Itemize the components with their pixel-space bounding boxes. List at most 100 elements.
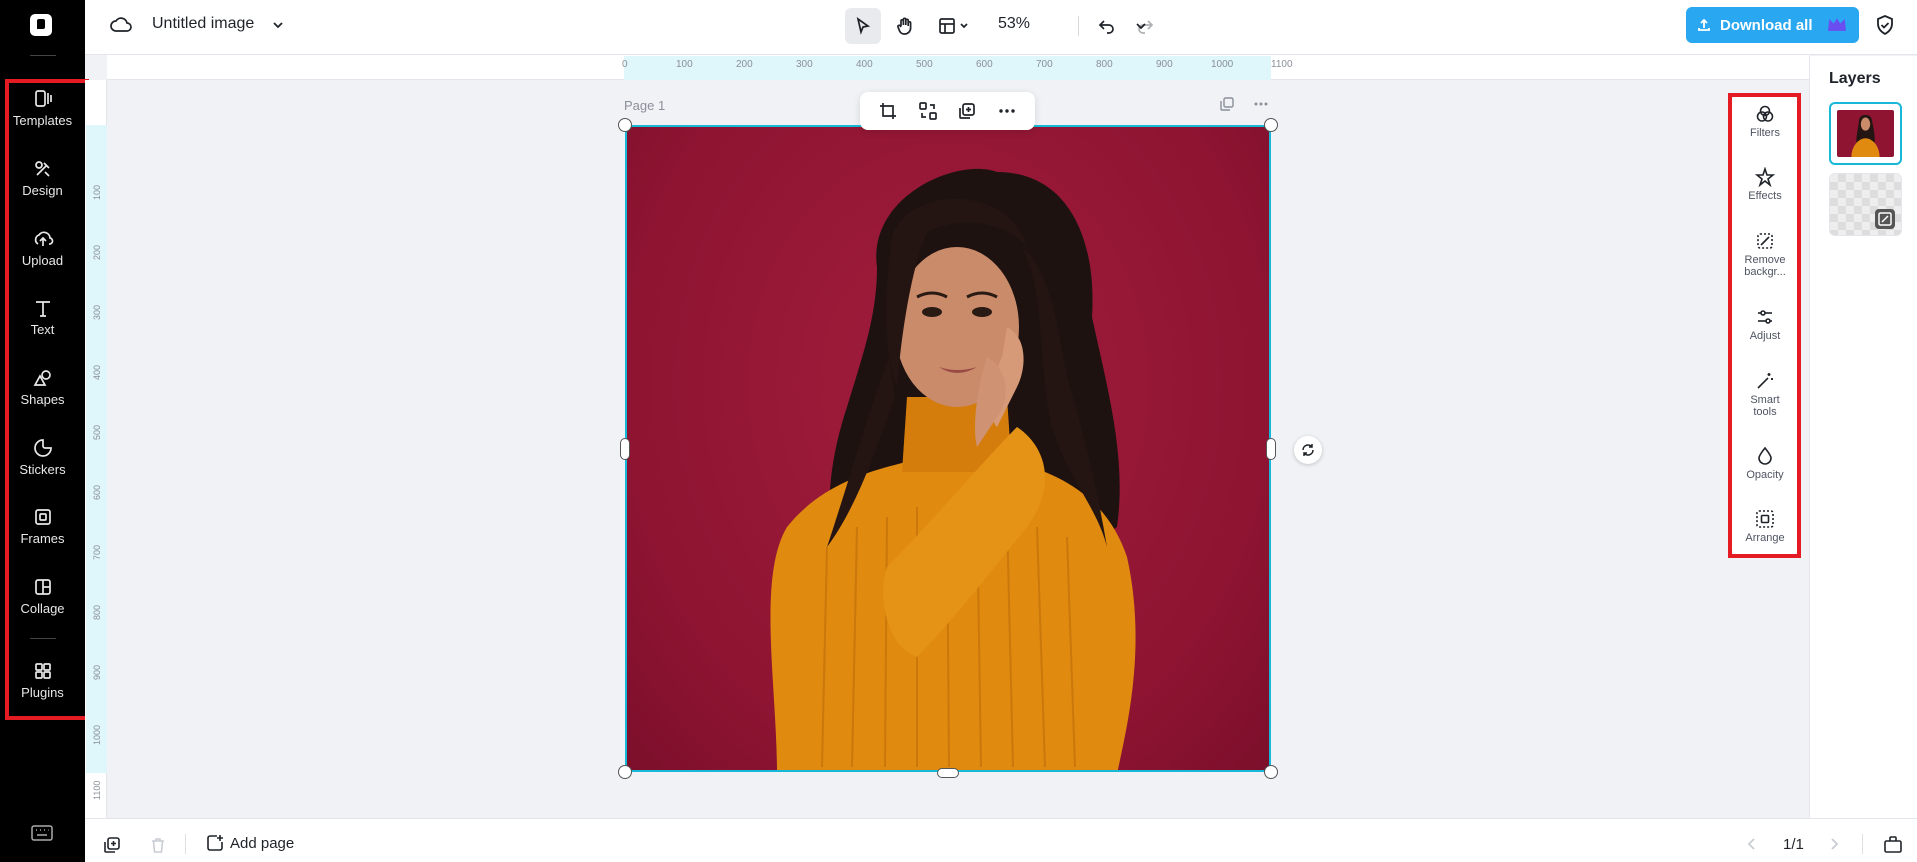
redo-icon	[1138, 20, 1154, 34]
layer-thumbnail	[1837, 110, 1894, 157]
selected-image[interactable]	[625, 125, 1271, 772]
hand-icon	[897, 17, 912, 35]
tool-effects[interactable]: Effects	[1732, 167, 1798, 202]
download-all-button[interactable]: Download all	[1686, 7, 1859, 43]
tool-label: Filters	[1750, 127, 1780, 139]
layer-item-background[interactable]	[1829, 173, 1902, 236]
ruler-tick: 1000	[92, 724, 102, 745]
ruler-tick: 300	[796, 59, 813, 70]
layout-tool-button[interactable]	[931, 8, 981, 44]
chevron-right-icon[interactable]	[1826, 836, 1842, 852]
tool-arrange[interactable]: Arrange	[1732, 509, 1798, 544]
trash-icon[interactable]	[149, 836, 167, 854]
download-label: Download all	[1720, 16, 1813, 34]
crop-icon[interactable]	[878, 101, 898, 121]
add-page-icon	[207, 835, 223, 851]
rotate-icon	[1302, 444, 1314, 456]
ruler-tick: 400	[92, 364, 102, 380]
adjust-icon	[1758, 310, 1772, 324]
ruler-tick: 600	[92, 484, 102, 500]
ruler-tick: 1100	[92, 780, 102, 800]
image-floating-toolbar	[860, 92, 1035, 130]
select-tool-button[interactable]	[845, 8, 881, 44]
more-options-icon[interactable]	[997, 101, 1017, 121]
resize-handle-top-right[interactable]	[1264, 118, 1278, 132]
ruler-tick: 500	[916, 59, 933, 70]
page-label: Page 1	[624, 98, 666, 113]
sidebar-divider	[30, 55, 56, 56]
add-page-button[interactable]: Add page	[206, 834, 294, 852]
tool-label: Remove backgr...	[1744, 254, 1786, 278]
document-title[interactable]: Untitled image	[152, 15, 254, 33]
zoom-level[interactable]: 53%	[998, 15, 1030, 33]
more-options-icon[interactable]	[1253, 96, 1269, 112]
hand-tool-button[interactable]	[887, 8, 923, 44]
resize-handle-top-left[interactable]	[618, 118, 632, 132]
tool-smart-tools[interactable]: Smart tools	[1732, 371, 1798, 418]
top-ruler-highlight	[624, 56, 1271, 80]
ruler-tick: 500	[92, 424, 102, 440]
portrait-photo	[770, 168, 1136, 770]
upload-arrow-icon	[1698, 18, 1710, 31]
duplicate-icon[interactable]	[957, 101, 977, 121]
cloud-sync-icon[interactable]	[109, 15, 133, 35]
tool-label: Adjust	[1749, 330, 1781, 342]
tool-remove-background[interactable]: Remove backgr...	[1732, 231, 1798, 278]
redo-button[interactable]	[1127, 8, 1163, 44]
ruler-tick: 100	[92, 184, 102, 200]
rotate-button[interactable]	[1294, 436, 1322, 464]
ruler-tick: 400	[856, 59, 873, 70]
editor-app: Templates Design Upload Text Shapes Stic…	[0, 0, 1917, 862]
ruler-tick: 300	[92, 304, 102, 320]
tool-label: Arrange	[1745, 532, 1785, 544]
duplicate-page-icon[interactable]	[103, 836, 121, 854]
ruler-tick: 700	[92, 544, 102, 560]
bottom-divider	[1862, 834, 1863, 854]
ruler-tick: 900	[1156, 59, 1173, 70]
tool-label: Smart tools	[1750, 394, 1780, 418]
keyboard-shortcuts-icon[interactable]	[30, 824, 54, 842]
app-logo[interactable]	[30, 14, 52, 36]
tool-adjust[interactable]: Adjust	[1732, 307, 1798, 342]
replace-icon[interactable]	[918, 101, 938, 121]
toolbar-divider	[1078, 16, 1079, 36]
resize-handle-left[interactable]	[620, 438, 630, 460]
crown-icon	[1827, 18, 1847, 31]
top-bar: Untitled image 53% Download all	[85, 0, 1917, 55]
background-layer-icon	[1875, 209, 1895, 229]
layers-title: Layers	[1829, 70, 1881, 87]
resize-handle-right[interactable]	[1266, 438, 1276, 460]
tool-filters[interactable]: Filters	[1732, 104, 1798, 139]
remove-background-icon	[1757, 233, 1773, 249]
layers-panel	[1809, 56, 1917, 818]
briefcase-icon[interactable]	[1883, 834, 1903, 854]
ruler-tick: 900	[92, 664, 102, 680]
resize-handle-bottom-right[interactable]	[1264, 765, 1278, 779]
ruler-tick: 0	[622, 59, 628, 70]
tool-label: Opacity	[1746, 469, 1784, 481]
ruler-tick: 200	[736, 59, 753, 70]
ruler-tick: 800	[1096, 59, 1113, 70]
undo-icon	[1098, 20, 1114, 34]
undo-button[interactable]	[1089, 8, 1125, 44]
tool-label: Effects	[1748, 190, 1782, 202]
resize-handle-bottom[interactable]	[937, 768, 959, 778]
bottom-divider	[185, 834, 186, 854]
ruler-tick: 700	[1036, 59, 1053, 70]
tool-opacity[interactable]: Opacity	[1732, 446, 1798, 481]
effects-icon	[1755, 167, 1775, 187]
duplicate-page-icon[interactable]	[1219, 96, 1235, 112]
bottom-bar	[85, 818, 1917, 862]
portrait-thumbnail	[1851, 114, 1880, 157]
ruler-tick: 200	[92, 244, 102, 260]
chevron-left-icon[interactable]	[1744, 836, 1760, 852]
sidebar-highlight-box	[5, 79, 89, 720]
ruler-tick: 1000	[1211, 59, 1234, 70]
resize-handle-bottom-left[interactable]	[618, 765, 632, 779]
page-counter: 1/1	[1783, 836, 1804, 853]
shield-check-icon[interactable]	[1873, 13, 1897, 42]
ruler-tick: 100	[676, 59, 693, 70]
chevron-down-icon[interactable]	[271, 18, 285, 32]
layer-item-photo[interactable]	[1829, 102, 1902, 165]
layout-icon	[939, 18, 968, 34]
